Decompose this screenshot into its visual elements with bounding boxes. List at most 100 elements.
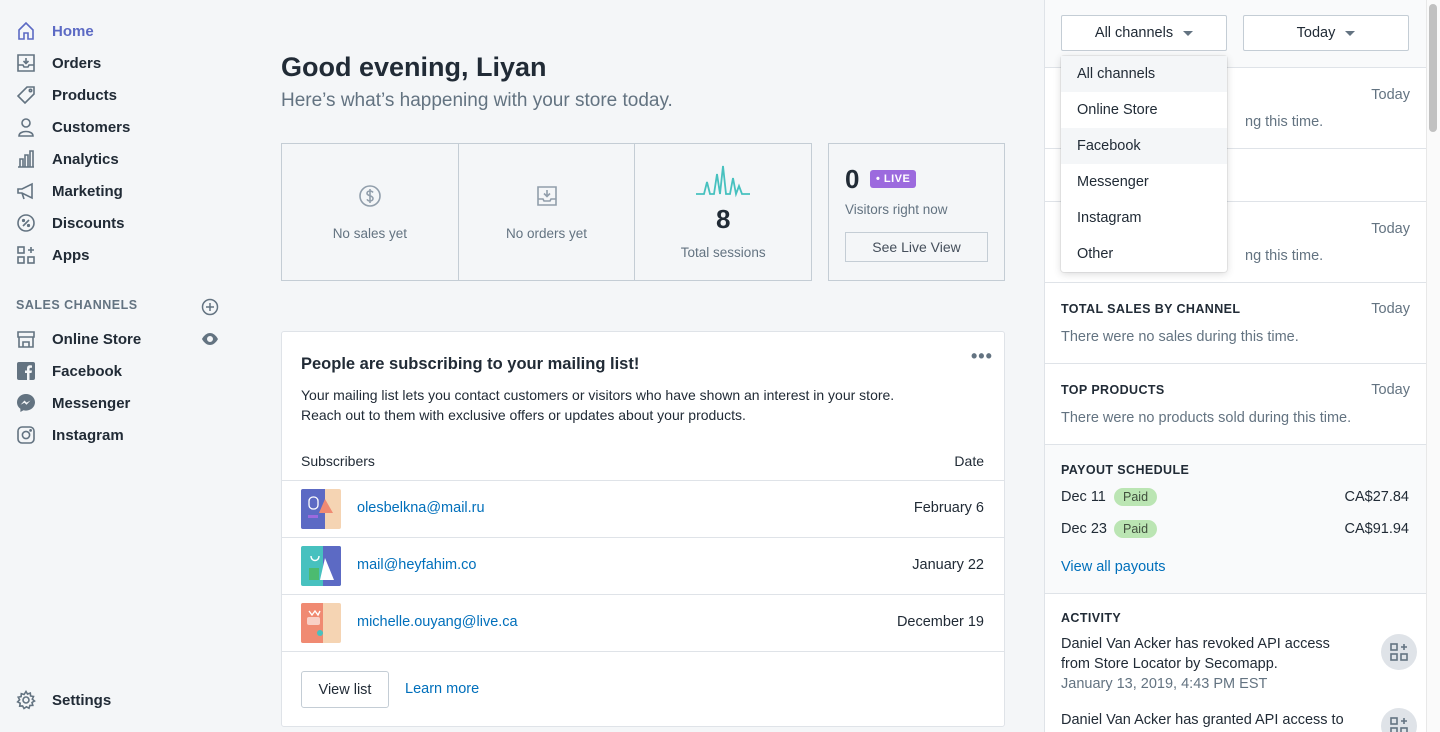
avatar [301,603,341,643]
stat-sessions-label: Total sessions [680,245,766,260]
home-icon [16,21,36,41]
tag-icon [16,85,36,105]
section-heading: TOTAL SALES BY CHANNEL [1061,302,1241,316]
live-visitors-card: 0 • LIVE Visitors right now See Live Vie… [828,143,1005,281]
view-all-payouts-link[interactable]: View all payouts [1061,559,1166,575]
nav-customers[interactable]: Customers [16,111,224,143]
nav-label: Messenger [52,394,131,412]
sessions-sparkline-icon [696,165,751,198]
nav-label: Orders [52,54,102,72]
stat-sessions[interactable]: 8 Total sessions [635,144,811,280]
dropdown-option-instagram[interactable]: Instagram [1061,200,1227,236]
activity-text: Daniel Van Acker has revoked API access … [1061,636,1330,672]
card-title: People are subscribing to your mailing l… [301,355,640,373]
top-products-section: TOP PRODUCTS Today There were no product… [1045,364,1426,445]
date-select[interactable]: Today [1243,15,1409,51]
channel-facebook[interactable]: Facebook [16,355,224,387]
dropdown-option-facebook[interactable]: Facebook [1061,128,1227,164]
dollar-icon [359,184,381,207]
store-icon [16,329,36,349]
channel-online-store[interactable]: Online Store [16,323,224,355]
avatar [301,489,341,529]
nav-orders[interactable]: Orders [16,47,224,79]
sidebar: Home Orders Products Customers Analytics… [0,0,240,732]
section-heading: TOP PRODUCTS [1061,383,1165,397]
stat-sales[interactable]: No sales yet [282,144,459,280]
nav-label: Marketing [52,182,123,200]
mailing-list-card: People are subscribing to your mailing l… [281,331,1005,727]
orders-icon [536,185,557,206]
dropdown-option-all-channels[interactable]: All channels [1061,56,1227,92]
nav-label: Customers [52,118,131,136]
subscriber-email-link[interactable]: olesbelkna@mail.ru [357,500,485,516]
channel-select-value: All channels [1094,25,1174,41]
live-visitor-count: 0 [845,164,860,194]
nav-label: Discounts [52,214,125,232]
bar-chart-icon [16,149,36,169]
nav-products[interactable]: Products [16,79,224,111]
report-text: There were no sales during this time. [1061,329,1299,345]
date-select-value: Today [1296,25,1336,41]
stat-sales-label: No sales yet [332,225,407,241]
section-heading: ACTIVITY [1061,611,1122,625]
payout-row: Dec 23 Paid CA$91.94 [1061,518,1409,540]
dropdown-option-other[interactable]: Other [1061,236,1227,272]
status-badge: Paid [1114,520,1158,538]
payout-row: Dec 11 Paid CA$27.84 [1061,486,1409,508]
gear-icon [16,690,36,710]
learn-more-link[interactable]: Learn more [405,681,479,697]
nav-marketing[interactable]: Marketing [16,175,224,207]
nav-label: Instagram [52,426,124,444]
instagram-icon [16,425,36,445]
nav-settings[interactable]: Settings [16,684,224,716]
view-list-button[interactable]: View list [301,671,389,708]
caret-down-icon [1183,30,1194,36]
nav-label: Analytics [52,150,119,168]
eye-icon[interactable] [200,331,220,347]
caret-down-icon [1345,30,1356,36]
stat-orders[interactable]: No orders yet [459,144,636,280]
payout-date: Dec 23 [1061,521,1107,537]
more-options-icon[interactable]: ••• [971,346,993,367]
report-text: There were no products sold during this … [1061,410,1352,426]
report-text: ng this time. [1245,114,1324,130]
payout-schedule-section: PAYOUT SCHEDULE Dec 11 Paid CA$27.84 Dec… [1045,445,1426,594]
report-time: Today [1371,301,1410,317]
subscriber-email-link[interactable]: mail@heyfahim.co [357,557,476,573]
see-live-view-button[interactable]: See Live View [845,232,988,262]
nav-label: Facebook [52,362,123,380]
add-channel-icon[interactable] [201,298,219,316]
card-description-line: Reach out to them with exclusive offers … [301,407,746,423]
table-row: olesbelkna@mail.ru February 6 [282,480,1004,537]
activity-time: January 13, 2019, 4:43 PM EST [1061,676,1268,692]
stats-panel: No sales yet No orders yet 8 Total sessi… [281,143,812,281]
dropdown-option-online-store[interactable]: Online Store [1061,92,1227,128]
subscriber-date: February 6 [913,500,984,516]
activity-text: Daniel Van Acker has granted API access … [1061,712,1344,728]
card-description: Your mailing list lets you contact custo… [301,385,961,425]
nav-analytics[interactable]: Analytics [16,143,224,175]
stat-orders-label: No orders yet [505,225,588,241]
dropdown-option-messenger[interactable]: Messenger [1061,164,1227,200]
scrollbar-thumb[interactable] [1429,4,1437,132]
nav-label: Products [52,86,118,104]
page-title: Good evening, Liyan [281,52,547,82]
nav-home[interactable]: Home [16,15,224,47]
column-header-subscribers: Subscribers [301,453,375,469]
channel-instagram[interactable]: Instagram [16,419,224,451]
page-subtitle: Here’s what’s happening with your store … [281,90,673,111]
nav-label: Apps [52,246,90,264]
table-row: mail@heyfahim.co January 22 [282,537,1004,594]
channel-select[interactable]: All channels [1061,15,1227,51]
card-footer-divider [282,651,1004,652]
subscriber-email-link[interactable]: michelle.ouyang@live.ca [357,614,518,630]
nav-apps[interactable]: Apps [16,239,224,271]
channel-messenger[interactable]: Messenger [16,387,224,419]
subscriber-date: December 19 [896,614,984,630]
status-badge: Paid [1114,488,1158,506]
apps-icon [1381,708,1417,732]
report-text: ng this time. [1245,248,1324,264]
report-time: Today [1371,382,1410,398]
nav-discounts[interactable]: Discounts [16,207,224,239]
payout-amount: CA$27.84 [1344,489,1410,505]
